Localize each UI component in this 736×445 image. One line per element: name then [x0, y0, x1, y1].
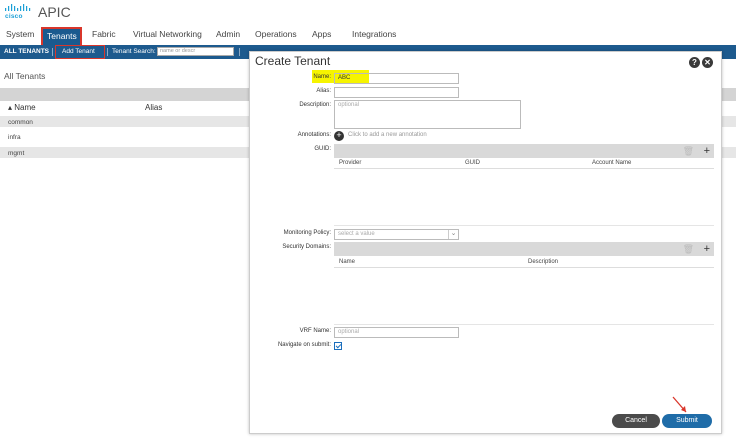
monitoring-policy-select[interactable]: select a value ⌄	[334, 229, 459, 240]
tenant-search-input[interactable]: name or descr	[157, 47, 234, 56]
row-name-infra[interactable]: infra	[8, 134, 21, 141]
add-tenant-label: Add Tenant	[62, 48, 95, 55]
tab-operations[interactable]: Operations	[255, 29, 297, 39]
main-tabs: System Fabric Virtual Networking Admin O…	[0, 27, 736, 45]
annotations-label: Annotations:	[297, 132, 331, 138]
security-table-header: Name Description	[334, 257, 714, 268]
cisco-wordmark: cisco	[5, 13, 23, 20]
annotation-hint[interactable]: Click to add a new annotation	[348, 132, 427, 138]
guid-label: GUID:	[314, 146, 331, 152]
tab-apps[interactable]: Apps	[312, 29, 331, 39]
tab-integrations[interactable]: Integrations	[352, 29, 396, 39]
column-header-name[interactable]: ▴ Name	[8, 103, 36, 112]
nav-separator	[239, 48, 240, 56]
column-provider[interactable]: Provider	[339, 160, 361, 166]
add-tenant-button[interactable]: Add Tenant	[55, 45, 105, 59]
description-label: Description:	[299, 102, 331, 108]
navigate-on-submit-checkbox[interactable]	[334, 342, 342, 350]
name-label: Name:	[313, 74, 331, 80]
guid-table-header: Provider GUID Account Name	[334, 158, 714, 169]
tab-system[interactable]: System	[6, 29, 34, 39]
name-input[interactable]: ABC	[334, 73, 459, 84]
app-title: APIC	[38, 4, 71, 20]
submit-button[interactable]: Submit	[662, 414, 712, 428]
vrf-name-label: VRF Name:	[299, 328, 331, 334]
add-icon[interactable]: +	[704, 146, 710, 157]
dialog-title: Create Tenant	[255, 54, 331, 68]
tab-tenants-label: Tenants	[47, 31, 77, 41]
security-table-toolbar: 🗑 +	[334, 242, 714, 256]
add-annotation-icon[interactable]: +	[334, 131, 344, 141]
guid-table-toolbar: 🗑 +	[334, 144, 714, 158]
chevron-down-icon[interactable]: ⌄	[448, 230, 458, 239]
nav-separator	[52, 48, 53, 56]
column-account-name[interactable]: Account Name	[592, 160, 631, 166]
cancel-button[interactable]: Cancel	[612, 414, 660, 428]
monitoring-policy-label: Monitoring Policy:	[283, 230, 331, 236]
column-guid[interactable]: GUID	[465, 160, 480, 166]
column-name[interactable]: Name	[339, 259, 355, 265]
arrow-annotation	[672, 396, 687, 413]
help-icon[interactable]: ?	[689, 57, 700, 68]
row-name-common[interactable]: common	[8, 119, 33, 126]
nav-separator	[107, 48, 108, 56]
row-name-mgmt[interactable]: mgmt	[8, 150, 24, 157]
cisco-logo: cisco	[4, 4, 32, 22]
create-tenant-dialog: Create Tenant ? ✕ Name: ABC Alias: Descr…	[249, 51, 722, 434]
description-input[interactable]: optional	[334, 100, 521, 129]
tenant-search-label: Tenant Search:	[112, 48, 156, 55]
alias-label: Alias:	[316, 88, 331, 94]
top-header: cisco APIC	[0, 0, 736, 27]
tab-virtual-networking[interactable]: Virtual Networking	[133, 29, 202, 39]
close-icon[interactable]: ✕	[702, 57, 713, 68]
security-table-body	[334, 269, 714, 325]
guid-table-body	[334, 170, 714, 226]
tab-admin[interactable]: Admin	[216, 29, 240, 39]
tab-fabric[interactable]: Fabric	[92, 29, 116, 39]
tab-tenants[interactable]: Tenants	[41, 27, 82, 45]
vrf-name-input[interactable]: optional	[334, 327, 459, 338]
navigate-on-submit-label: Navigate on submit:	[277, 342, 331, 348]
trash-icon[interactable]: 🗑	[683, 244, 694, 254]
security-domains-label: Security Domains:	[282, 244, 331, 250]
column-header-alias[interactable]: Alias	[145, 103, 162, 112]
alias-input[interactable]	[334, 87, 459, 98]
all-tenants-link[interactable]: ALL TENANTS	[4, 48, 49, 55]
add-icon[interactable]: +	[704, 244, 710, 255]
trash-icon[interactable]: 🗑	[683, 146, 694, 156]
column-description[interactable]: Description	[528, 259, 558, 265]
page-title: All Tenants	[4, 71, 46, 81]
